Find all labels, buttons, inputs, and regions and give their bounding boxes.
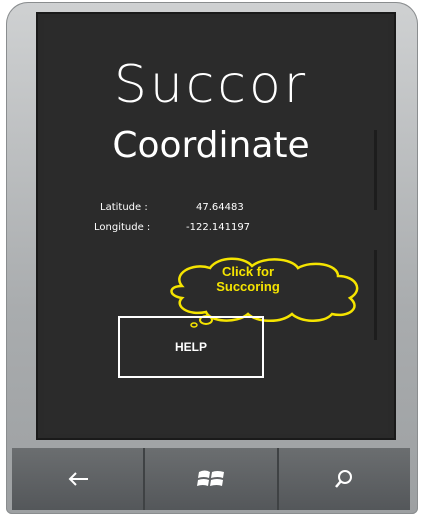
callout-text: Click for Succoring: [188, 264, 308, 294]
app-subtitle: Coordinate: [112, 125, 310, 166]
callout-line-2: Succoring: [216, 279, 280, 294]
back-button[interactable]: [12, 448, 146, 510]
help-button-label: HELP: [174, 340, 207, 354]
hardware-nav-bar: [12, 448, 410, 510]
longitude-value: -122.141197: [186, 222, 251, 233]
callout-line-1: Click for: [221, 264, 274, 279]
help-button[interactable]: HELP: [118, 316, 264, 378]
search-button[interactable]: [278, 448, 410, 510]
search-icon: [335, 470, 353, 488]
scroll-indicator-lower: [374, 250, 377, 340]
latitude-label: Latitude :: [100, 202, 148, 213]
app-title: Succor: [113, 55, 309, 115]
scroll-indicator: [374, 130, 377, 210]
longitude-label: Longitude :: [94, 222, 151, 233]
latitude-value: 47.64483: [196, 202, 244, 213]
windows-logo-icon: [196, 470, 224, 486]
start-button[interactable]: [145, 448, 279, 510]
back-arrow-icon: [68, 472, 88, 486]
